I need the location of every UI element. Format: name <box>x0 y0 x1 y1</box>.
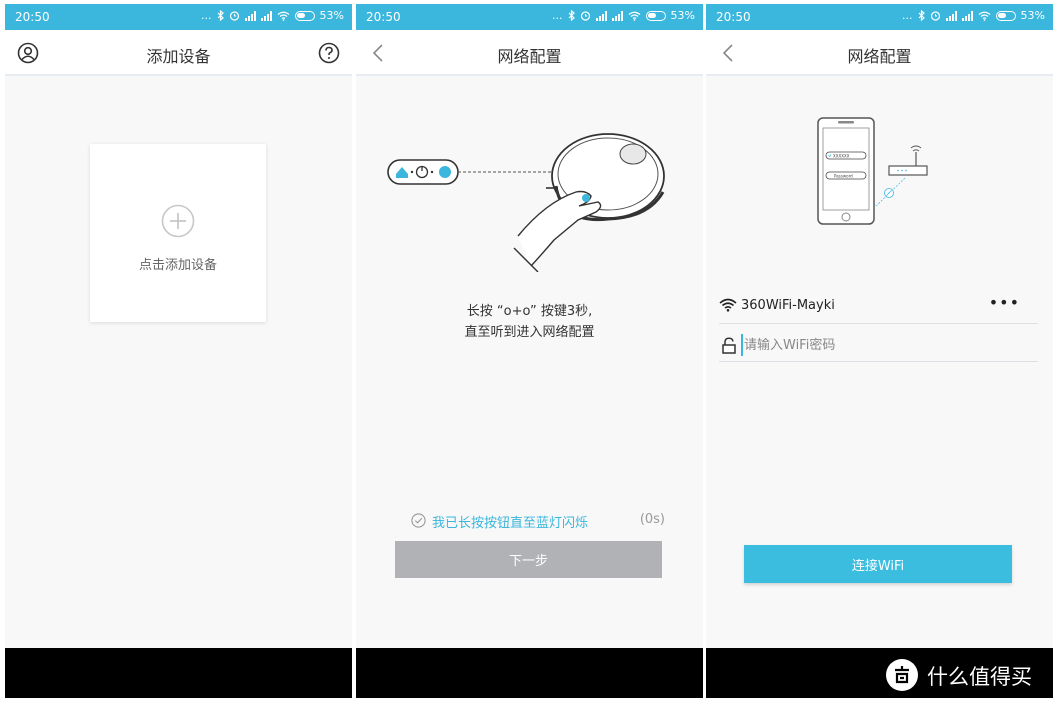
wifi-password-input[interactable] <box>741 334 1021 356</box>
battery-percent: 53% <box>319 9 344 22</box>
wifi-icon <box>277 11 289 21</box>
app-header: 网络配置 <box>356 30 703 76</box>
nav-bar <box>356 648 703 698</box>
battery-icon <box>645 10 666 21</box>
plus-circle-icon <box>161 204 195 238</box>
wifi-icon <box>628 11 640 21</box>
wifi-icon <box>719 298 737 312</box>
app-header: 添加设备 <box>5 30 352 76</box>
status-time: 20:50 <box>716 10 751 24</box>
status-time: 20:50 <box>366 10 401 24</box>
wifi-icon <box>978 11 990 21</box>
signal-icon <box>260 10 272 21</box>
smzdm-logo-icon <box>886 659 918 691</box>
more-dots-icon: ... <box>902 9 913 22</box>
illustration-field-text: XXXXXX <box>833 154 850 159</box>
status-bar: 20:50 ... 53% <box>706 4 1053 30</box>
page-title: 添加设备 <box>146 47 211 66</box>
signal-icon <box>611 10 623 21</box>
confirm-label: 我已长按按钮直至蓝灯闪烁 <box>432 516 589 531</box>
wifi-ssid: 360WiFi-Mayki <box>741 298 835 313</box>
instruction-line-2: 直至听到进入网络配置 <box>464 325 595 340</box>
bluetooth-icon <box>217 10 224 21</box>
alarm-icon <box>930 11 940 21</box>
nav-bar <box>5 648 352 698</box>
add-device-label: 点击添加设备 <box>138 258 217 273</box>
instruction-line-1: 长按 “o+o” 按键3秒, <box>466 304 593 319</box>
battery-percent: 53% <box>1020 9 1045 22</box>
page-title: 网络配置 <box>847 47 912 66</box>
screen-network-setup: 20:50 ... 53% 网络配置 长按 “o+o” 按键3秒, 直至听到进入… <box>356 4 703 698</box>
lock-icon <box>722 337 736 354</box>
add-device-card[interactable]: 点击添加设备 <box>90 144 266 322</box>
bluetooth-icon <box>918 10 925 21</box>
phone-router-illustration: XXXXXX Password <box>817 117 928 225</box>
countdown-label: (0s) <box>639 512 665 527</box>
confirm-checkbox[interactable]: 我已长按按钮直至蓝灯闪烁 (0s) <box>411 512 665 531</box>
wifi-network-row[interactable]: 360WiFi-Mayki ••• <box>719 292 1038 324</box>
battery-percent: 53% <box>670 9 695 22</box>
password-row <box>719 328 1038 362</box>
status-time: 20:50 <box>15 10 50 24</box>
status-bar: 20:50 ... 53% <box>356 4 703 30</box>
app-header: 网络配置 <box>706 30 1053 76</box>
more-dots-icon: ... <box>552 9 563 22</box>
bluetooth-icon <box>568 10 575 21</box>
signal-icon <box>244 10 256 21</box>
connect-wifi-button[interactable]: 连接WiFi <box>744 545 1012 583</box>
page-title: 网络配置 <box>497 47 562 66</box>
status-bar: 20:50 ... 53% <box>5 4 352 30</box>
robot-button-illustration <box>387 133 665 272</box>
battery-icon <box>294 10 315 21</box>
signal-icon <box>595 10 607 21</box>
illustration-password: Password <box>834 174 853 179</box>
signal-icon <box>961 10 973 21</box>
next-step-button[interactable]: 下一步 <box>395 541 662 578</box>
more-options-icon[interactable]: ••• <box>989 293 1020 312</box>
screen-add-device: 20:50 ... 53% 添加设备 点击添加设备 <box>5 4 352 698</box>
signal-icon <box>945 10 957 21</box>
battery-icon <box>995 10 1016 21</box>
watermark-text: 什么值得买 <box>927 665 1032 689</box>
check-circle-icon <box>411 513 426 528</box>
alarm-icon <box>580 11 590 21</box>
screen-wifi-config: 20:50 ... 53% 网络配置 XXXXXX Password 360Wi… <box>706 4 1053 698</box>
alarm-icon <box>229 11 239 21</box>
more-dots-icon: ... <box>201 9 212 22</box>
help-icon[interactable] <box>318 42 340 64</box>
